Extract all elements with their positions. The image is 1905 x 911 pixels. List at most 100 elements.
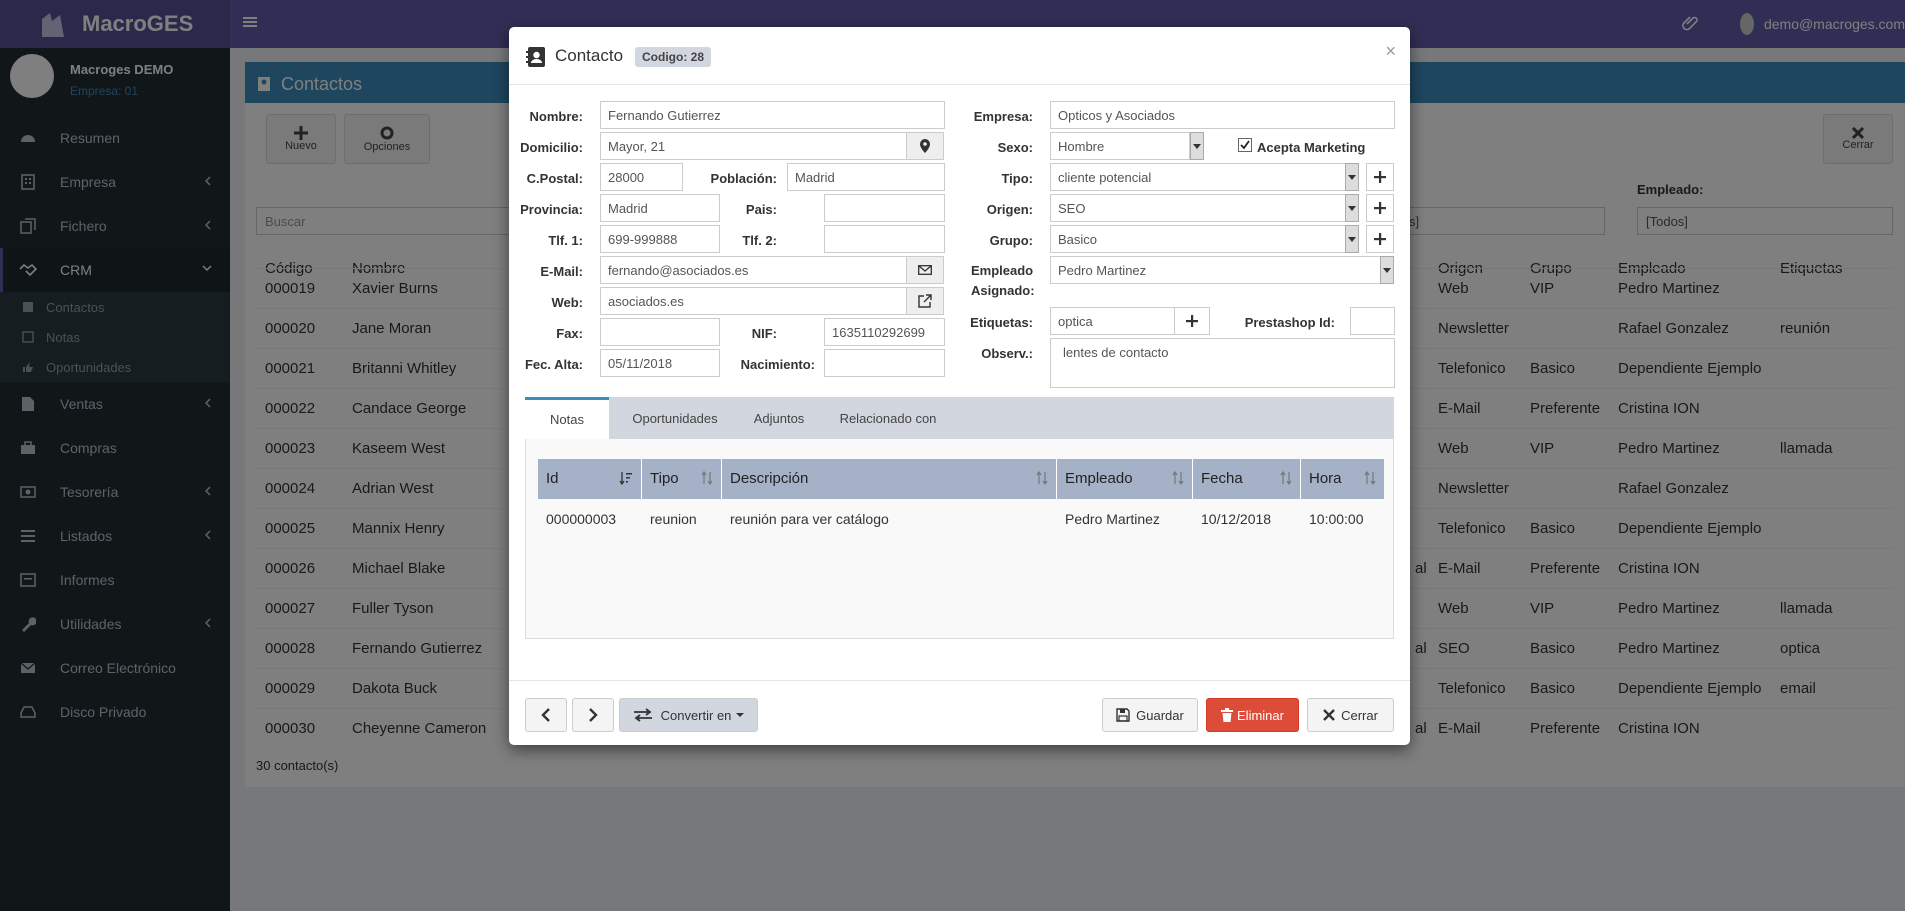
grupo-label: Grupo: xyxy=(989,233,1033,248)
send-email-button[interactable] xyxy=(906,256,944,284)
etiquetas-field[interactable]: optica xyxy=(1050,307,1175,335)
notes-col-label: Empleado xyxy=(1065,470,1133,487)
add-origen-button[interactable] xyxy=(1366,194,1394,222)
close-button-label: Cerrar xyxy=(1341,707,1378,723)
sexo-label: Sexo: xyxy=(997,140,1033,155)
map-marker-button[interactable] xyxy=(906,132,944,160)
poblacion-field[interactable]: Madrid xyxy=(787,163,945,191)
exchange-icon xyxy=(633,708,652,722)
sort-icon xyxy=(1172,471,1184,485)
caret-down-icon xyxy=(736,713,745,717)
save-button[interactable]: Guardar xyxy=(1102,698,1198,732)
delete-button[interactable]: Eliminar xyxy=(1206,698,1299,732)
envelope-icon xyxy=(918,265,932,275)
tlf2-field[interactable] xyxy=(824,225,945,253)
tipo-dropdown-arrow[interactable] xyxy=(1345,163,1359,191)
chevron-right-icon xyxy=(589,708,598,722)
nif-field[interactable]: 1635110292699 xyxy=(824,318,945,346)
provincia-field[interactable]: Madrid xyxy=(600,194,720,222)
nombre-field[interactable]: Fernando Gutierrez xyxy=(600,101,945,129)
plus-icon xyxy=(1186,315,1198,327)
empresa-label: Empresa: xyxy=(973,109,1033,124)
note-id[interactable]: 000000003 xyxy=(546,511,616,527)
sexo-dropdown-arrow[interactable] xyxy=(1190,132,1204,160)
email-field[interactable]: fernando@asociados.es xyxy=(600,256,907,284)
empleado-select[interactable]: Pedro Martinez xyxy=(1050,256,1381,284)
notes-col-descripcion[interactable]: Descripción xyxy=(722,459,1057,499)
note-empleado[interactable]: Pedro Martinez xyxy=(1065,511,1160,527)
nacimiento-field[interactable] xyxy=(824,349,945,377)
grupo-select[interactable]: Basico xyxy=(1050,225,1350,253)
notes-col-hora[interactable]: Hora xyxy=(1301,459,1384,499)
notes-col-label: Descripción xyxy=(730,470,809,487)
origen-select[interactable]: SEO xyxy=(1050,194,1350,222)
empleado-label-line2: Asignado: xyxy=(971,283,1035,298)
tlf1-field[interactable]: 699-999888 xyxy=(600,225,720,253)
etiquetas-label: Etiquetas: xyxy=(970,315,1033,330)
contact-card-icon xyxy=(525,46,547,68)
empleado-dropdown-arrow[interactable] xyxy=(1380,256,1394,284)
previous-button[interactable] xyxy=(525,698,567,732)
modal-header: Contacto Codigo: 28 × xyxy=(509,27,1410,85)
notes-col-id[interactable]: Id xyxy=(538,459,642,499)
sort-icon xyxy=(1280,471,1292,485)
close-button[interactable]: Cerrar xyxy=(1307,698,1394,732)
prestashop-field[interactable] xyxy=(1350,307,1395,335)
modal-title: Contacto xyxy=(555,46,624,65)
grupo-dropdown-arrow[interactable] xyxy=(1345,225,1359,253)
notes-col-empleado[interactable]: Empleado xyxy=(1057,459,1193,499)
origen-dropdown-arrow[interactable] xyxy=(1345,194,1359,222)
observ-textarea[interactable]: lentes de contacto xyxy=(1050,338,1395,388)
domicilio-field[interactable]: Mayor, 21 xyxy=(600,132,907,160)
sort-icon xyxy=(701,471,713,485)
convert-button[interactable]: Convertir en xyxy=(619,698,758,732)
open-web-button[interactable] xyxy=(906,287,944,315)
email-label: E-Mail: xyxy=(540,264,583,279)
modal-footer: Convertir en Guardar Eliminar Cerrar xyxy=(509,680,1410,745)
add-etiqueta-button[interactable] xyxy=(1174,307,1210,335)
note-fecha[interactable]: 10/12/2018 xyxy=(1201,511,1271,527)
sort-icon xyxy=(1036,471,1048,485)
notes-col-label: Hora xyxy=(1309,470,1342,487)
note-hora[interactable]: 10:00:00 xyxy=(1309,511,1364,527)
notes-col-label: Tipo xyxy=(650,470,679,487)
nombre-label: Nombre: xyxy=(529,109,583,124)
pais-field[interactable] xyxy=(824,194,945,222)
tlf2-label: Tlf. 2: xyxy=(742,233,777,248)
sort-icon xyxy=(1364,471,1376,485)
web-field[interactable]: asociados.es xyxy=(600,287,907,315)
modal-tabs: Notas Oportunidades Adjuntos Relacionado… xyxy=(525,397,1394,439)
modal-close-button[interactable]: × xyxy=(1385,41,1396,62)
cpostal-field[interactable]: 28000 xyxy=(600,163,683,191)
fax-field[interactable] xyxy=(600,318,720,346)
note-descripcion[interactable]: reunión para ver catálogo xyxy=(730,511,889,527)
notes-col-tipo[interactable]: Tipo xyxy=(642,459,722,499)
sexo-select[interactable]: Hombre xyxy=(1050,132,1190,160)
acepta-marketing-checkbox[interactable] xyxy=(1238,138,1252,152)
next-button[interactable] xyxy=(572,698,614,732)
tab-notas[interactable]: Notas xyxy=(525,397,609,439)
tipo-select[interactable]: cliente potencial xyxy=(1050,163,1350,191)
empresa-field[interactable]: Opticos y Asociados xyxy=(1050,101,1395,129)
fax-label: Fax: xyxy=(556,326,583,341)
fecalta-field[interactable]: 05/11/2018 xyxy=(600,349,720,377)
tipo-label: Tipo: xyxy=(1001,171,1033,186)
trash-icon xyxy=(1221,708,1234,722)
delete-button-label: Eliminar xyxy=(1237,707,1284,723)
tab-adjuntos[interactable]: Adjuntos xyxy=(739,397,819,439)
close-icon xyxy=(1323,709,1335,721)
domicilio-label: Domicilio: xyxy=(520,140,583,155)
add-tipo-button[interactable] xyxy=(1366,163,1394,191)
empleado-label-line1: Empleado xyxy=(971,263,1034,278)
plus-icon xyxy=(1374,202,1386,214)
prestashop-label: Prestashop Id: xyxy=(1244,315,1335,330)
code-badge: Codigo: 28 xyxy=(635,47,711,67)
plus-icon xyxy=(1374,233,1386,245)
add-grupo-button[interactable] xyxy=(1366,225,1394,253)
plus-icon xyxy=(1374,171,1386,183)
save-button-label: Guardar xyxy=(1136,707,1184,723)
notes-col-fecha[interactable]: Fecha xyxy=(1193,459,1301,499)
tab-oportunidades[interactable]: Oportunidades xyxy=(615,397,735,439)
tab-relacionado[interactable]: Relacionado con xyxy=(825,397,951,439)
note-tipo[interactable]: reunion xyxy=(650,511,697,527)
